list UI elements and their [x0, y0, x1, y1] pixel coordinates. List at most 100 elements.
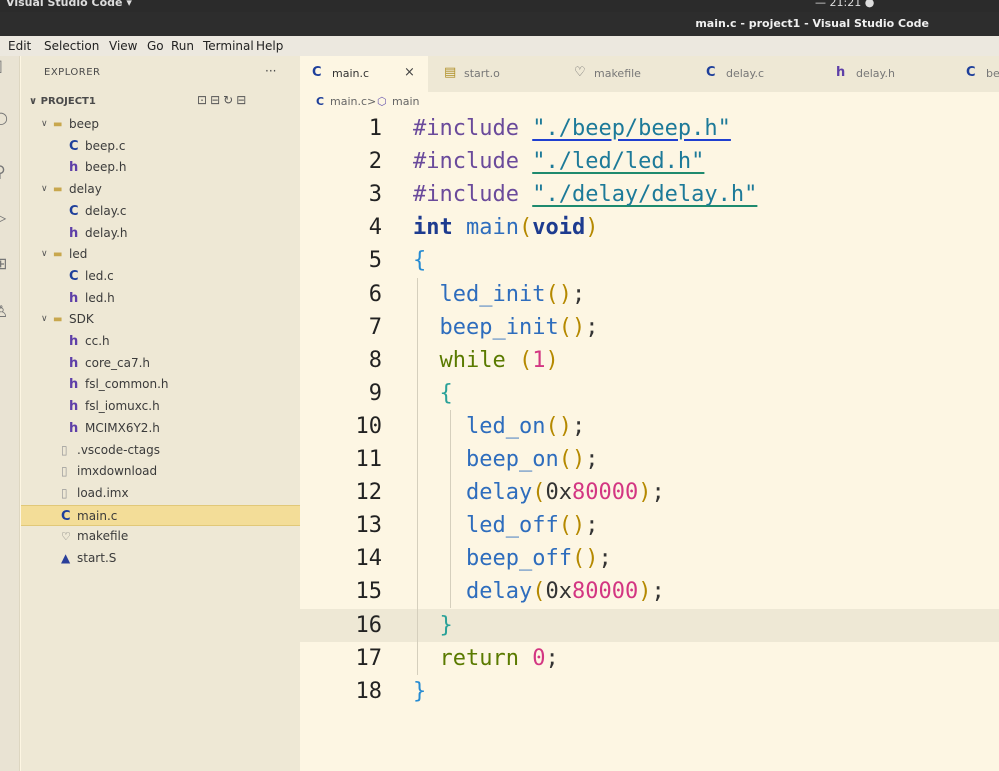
project-section-header[interactable]: ∨ PROJECT1 [29, 96, 96, 107]
source-control-icon[interactable]: ⚲ [0, 162, 12, 181]
code-line[interactable]: 13 led_off(); [300, 509, 999, 542]
tree-file[interactable]: Cled.c [21, 266, 300, 287]
code-line[interactable]: 2 #include "./led/led.h" [300, 145, 999, 178]
new-folder-icon[interactable]: ⊟ [210, 93, 223, 107]
tab-delay-h[interactable]: h delay.h [820, 56, 950, 92]
code-text: #include "./delay/delay.h" [413, 182, 758, 208]
code-text: } [439, 612, 453, 638]
search-icon[interactable]: ○ [0, 108, 12, 127]
line-number: 3 [368, 182, 382, 208]
code-line[interactable]: 11 beep_on(); [300, 443, 999, 476]
tree-file[interactable]: ♡ makefile [21, 526, 300, 547]
line-number: 10 [355, 413, 383, 439]
code-text: beep_init(); [439, 314, 599, 340]
tab-label: start.o [464, 67, 500, 80]
folder-icon: ▬ [53, 249, 63, 261]
menu-run[interactable]: Run [171, 39, 194, 53]
code-line[interactable]: 1 #include "./beep/beep.h" [300, 112, 999, 145]
code-text: #include "./beep/beep.h" [413, 116, 731, 141]
tree-file[interactable]: ▯ imxdownload [21, 461, 300, 482]
tab-main-c[interactable]: Cmain.c × [300, 56, 428, 92]
files-icon[interactable]: ▯ [0, 56, 12, 75]
refresh-icon[interactable]: ↻ [223, 93, 236, 107]
tree-file[interactable]: h fsl_iomuxc.h [21, 396, 300, 417]
menu-selection[interactable]: Selection [44, 39, 99, 53]
code-line[interactable]: 12 delay(0x80000); [300, 476, 999, 509]
line-number: 13 [355, 513, 383, 539]
code-line[interactable]: 8 while (1) [300, 344, 999, 377]
tree-file[interactable]: h led.h [21, 288, 300, 309]
tree-item-label: delay [69, 182, 102, 197]
code-line[interactable]: 4 int main(void) [300, 211, 999, 244]
tab-delay-c[interactable]: Cdelay.c [690, 56, 820, 92]
new-file-icon[interactable]: ⊡ [197, 93, 210, 107]
tree-file[interactable]: ▯ load.imx [21, 483, 300, 504]
os-clock[interactable]: — 21:21 ● [815, 0, 874, 9]
code-text: #include "./led/led.h" [413, 149, 705, 175]
tree-file[interactable]: h delay.h [21, 223, 300, 244]
code-text: int main(void) [413, 215, 599, 241]
tree-file[interactable]: h MCIMX6Y2.h [21, 418, 300, 439]
tab-makefile[interactable]: ♡ makefile [558, 56, 690, 92]
menu-terminal[interactable]: Terminal [203, 39, 254, 53]
collapse-all-icon[interactable]: ⊟ [236, 93, 249, 107]
more-actions-icon[interactable]: ··· [265, 64, 276, 78]
tab-be[interactable]: Cbe [950, 56, 999, 92]
c-file-icon: C [61, 508, 71, 524]
code-editor[interactable]: 1 #include "./beep/beep.h" 2 #include "./le… [300, 112, 999, 771]
code-line[interactable]: 6 led_init(); [300, 278, 999, 311]
code-line[interactable]: 5{ [300, 244, 999, 277]
chevron-down-icon: ∨ [41, 184, 48, 195]
tab-label: main.c [332, 67, 370, 80]
run-debug-icon[interactable]: ▷ [0, 208, 12, 227]
extensions-icon[interactable]: ⊞ [0, 254, 12, 273]
file-icon: ▯ [61, 485, 68, 500]
tree-folder[interactable]: ∨ ▬ delay [21, 179, 300, 200]
tree-folder[interactable]: ∨ ▬ beep [21, 114, 300, 135]
c-file-icon: C [966, 65, 976, 80]
header-file-icon: h [69, 160, 79, 176]
tree-folder[interactable]: ∨ ▬ SDK [21, 309, 300, 330]
code-line[interactable]: 9 { [300, 377, 999, 410]
tree-file[interactable]: h core_ca7.h [21, 353, 300, 374]
code-line[interactable]: 14 beep_off(); [300, 542, 999, 575]
chevron-down-icon: ∨ [41, 249, 48, 260]
menu-edit[interactable]: Edit [8, 39, 31, 53]
close-icon[interactable]: × [404, 65, 415, 80]
tree-file[interactable]: h fsl_common.h [21, 374, 300, 395]
code-line[interactable]: 3 #include "./delay/delay.h" [300, 178, 999, 211]
tree-file[interactable]: ▲ start.S [21, 548, 300, 569]
os-app-menu[interactable]: Visual Studio Code ▾ [6, 0, 132, 9]
code-text: led_off(); [465, 513, 599, 539]
code-line[interactable]: 7 beep_init(); [300, 311, 999, 344]
tree-folder[interactable]: ∨ ▬ led [21, 244, 300, 265]
tree-file[interactable]: h cc.h [21, 331, 300, 352]
tree-item-label: start.S [77, 551, 117, 565]
code-line[interactable]: 16 } [300, 608, 999, 642]
tree-item-label: fsl_iomuxc.h [85, 399, 160, 414]
tab-label: delay.h [856, 67, 895, 80]
tree-file[interactable]: Cmain.c [21, 504, 300, 526]
tree-file[interactable]: h beep.h [21, 157, 300, 178]
code-line[interactable]: 18} [300, 675, 999, 708]
breadcrumb-file[interactable]: main.c [330, 95, 367, 108]
breadcrumb-symbol[interactable]: main [392, 95, 419, 108]
tree-file[interactable]: Cdelay.c [21, 201, 300, 222]
file-icon: ▯ [61, 464, 68, 479]
menu-go[interactable]: Go [147, 39, 164, 53]
tree-item-label: beep.h [85, 160, 127, 175]
folder-icon: ▬ [53, 119, 63, 130]
code-line[interactable]: 10 led_on(); [300, 410, 999, 443]
folder-icon: ▬ [53, 314, 63, 326]
code-line[interactable]: 17 return 0; [300, 642, 999, 675]
menu-view[interactable]: View [109, 39, 137, 53]
tree-item-label: MCIMX6Y2.h [85, 420, 160, 435]
tree-file[interactable]: Cbeep.c [21, 136, 300, 157]
remote-icon[interactable]: ♙ [0, 302, 12, 321]
tree-item-label: delay.c [85, 203, 127, 218]
menu-help[interactable]: Help [256, 39, 283, 53]
code-line[interactable]: 15 delay(0x80000); [300, 575, 999, 608]
tab-start-o[interactable]: ▤ start.o [428, 56, 558, 92]
menu-bar: Edit Selection View Go Run Terminal Help [0, 36, 999, 56]
tree-file[interactable]: ▯ .vscode-ctags [21, 440, 300, 461]
